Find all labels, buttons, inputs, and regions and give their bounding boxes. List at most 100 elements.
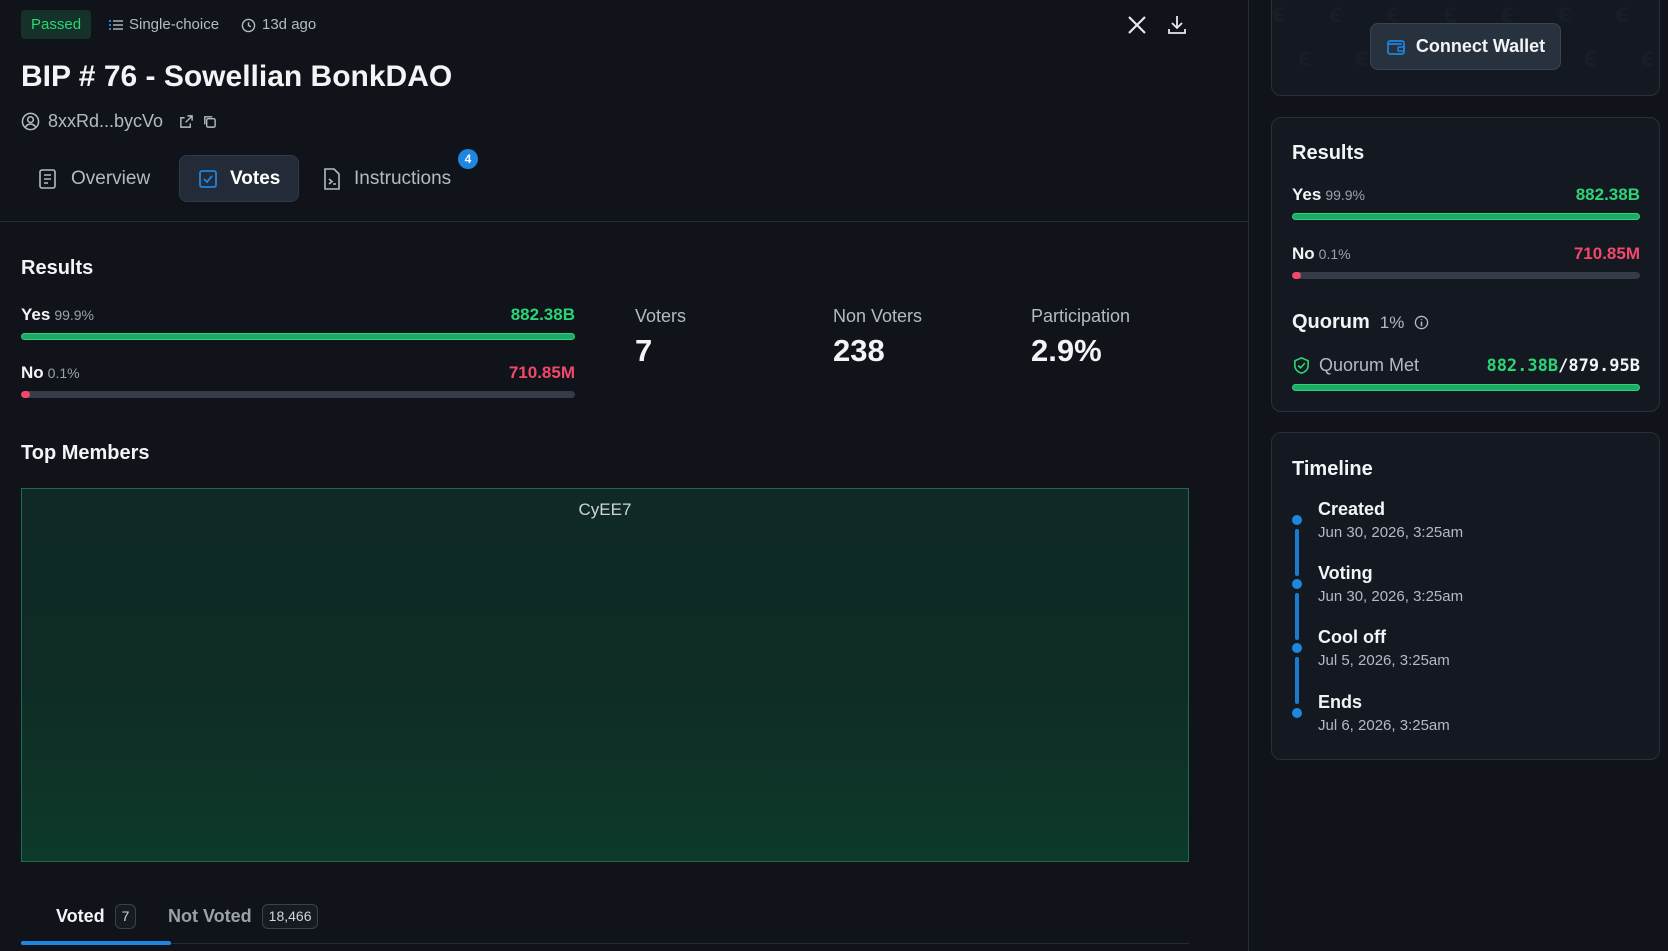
x-share-icon[interactable] — [1127, 15, 1147, 35]
sidebar: ϵ ϵ ϵ ϵ ϵ ϵ ϵ ϵ ϵ ϵ ϵ ϵ ϵ ϵ ϵ ϵ ϵ ϵ ϵ ϵ … — [1249, 0, 1668, 951]
non-voters-label: Non Voters — [833, 306, 923, 326]
timeline-dot — [1292, 708, 1302, 718]
sidebar-no-percent: 0.1% — [1318, 246, 1351, 262]
header-divider — [0, 221, 1249, 222]
tab-instructions[interactable]: Instructions — [304, 155, 469, 202]
quorum-percent: 1% — [1379, 312, 1405, 332]
no-result: No 0.1% 710.85M — [21, 363, 575, 398]
quorum-row: Quorum 1% — [1292, 311, 1429, 334]
results-heading: Results — [21, 257, 94, 279]
tab-instructions-label: Instructions — [354, 167, 452, 189]
tab-voted[interactable]: Voted 7 — [56, 904, 137, 929]
top-members-heading: Top Members — [21, 442, 150, 464]
timeline-item-title: Voting — [1318, 563, 1373, 583]
quorum-label: Quorum — [1292, 311, 1370, 333]
timeline-dot — [1292, 579, 1302, 589]
time-ago: 13d ago — [241, 15, 316, 35]
page-title: BIP # 76 - Sowellian BonkDAO — [21, 60, 453, 93]
no-value: 710.85M — [508, 363, 575, 382]
quorum-met-status: Quorum Met — [1292, 355, 1419, 376]
timeline-item-ends: Ends Jul 6, 2026, 3:25am — [1318, 692, 1450, 734]
download-icon[interactable] — [1167, 14, 1187, 36]
author-address: 8xxRd...bycVo — [48, 111, 164, 131]
connect-wallet-button[interactable]: Connect Wallet — [1370, 23, 1561, 70]
timeline-item-created: Created Jun 30, 2026, 3:25am — [1318, 499, 1463, 541]
external-link-icon[interactable] — [179, 114, 194, 129]
quorum-current: 882.38B — [1486, 355, 1559, 376]
document-list-icon — [39, 168, 56, 189]
timeline-dot — [1292, 643, 1302, 653]
not-voted-count-badge: 18,466 — [261, 904, 319, 929]
no-label: No 0.1% — [21, 363, 80, 382]
timeline-dot — [1292, 515, 1302, 525]
timeline-item-cool-off: Cool off Jul 5, 2026, 3:25am — [1318, 627, 1450, 669]
quorum-met-row: Quorum Met 882.38B/879.95B — [1292, 355, 1640, 376]
sidebar-yes-percent: 99.9% — [1325, 187, 1366, 203]
active-tab-indicator — [21, 941, 171, 945]
yes-value: 882.38B — [510, 305, 575, 324]
tab-votes[interactable]: Votes — [179, 155, 300, 202]
sidebar-no-bar — [1292, 272, 1640, 279]
tab-votes-label: Votes — [230, 167, 281, 189]
timeline-item-title: Created — [1318, 499, 1386, 519]
no-progress-fill — [21, 391, 30, 398]
no-progress-bar — [21, 391, 575, 398]
time-ago-label: 13d ago — [262, 16, 317, 33]
voters-value: 7 — [635, 333, 653, 368]
yes-result: Yes 99.9% 882.38B — [21, 305, 575, 340]
sidebar-yes-result: Yes 99.9% 882.38B — [1292, 185, 1640, 220]
quorum-met-label: Quorum Met — [1319, 355, 1420, 375]
quorum-progress-bar — [1292, 384, 1640, 391]
timeline-item-date: Jul 5, 2026, 3:25am — [1318, 652, 1450, 669]
tab-voted-label: Voted — [56, 906, 105, 926]
shield-check-icon — [1294, 357, 1309, 374]
voted-count-badge: 7 — [114, 904, 137, 929]
timeline-card: Timeline Created Jun 30, 2026, 3:25am Vo… — [1271, 432, 1660, 760]
wallet-card: ϵ ϵ ϵ ϵ ϵ ϵ ϵ ϵ ϵ ϵ ϵ ϵ ϵ ϵ ϵ ϵ ϵ ϵ ϵ ϵ … — [1271, 0, 1660, 96]
sidebar-yes-value: 882.38B — [1575, 185, 1640, 204]
wallet-icon — [1386, 39, 1405, 55]
tab-not-voted-label: Not Voted — [168, 906, 252, 926]
sidebar-results-card: Results Yes 99.9% 882.38B No 0.1% 710.85M … — [1271, 117, 1660, 412]
clock-icon — [241, 18, 256, 32]
sidebar-no-fill — [1292, 272, 1301, 279]
yes-percent: 99.9% — [54, 307, 95, 323]
timeline-connector — [1295, 593, 1299, 640]
timeline-connector — [1295, 657, 1299, 704]
yes-progress-bar — [21, 333, 575, 340]
sidebar-no-value: 710.85M — [1573, 244, 1640, 263]
tab-not-voted[interactable]: Not Voted 18,466 — [168, 904, 319, 929]
sidebar-no-label: No 0.1% — [1292, 244, 1351, 263]
non-voters-stat: Non Voters 238 — [833, 306, 922, 369]
top-members-treemap[interactable]: CyEE7 — [21, 488, 1189, 862]
timeline-item-date: Jun 30, 2026, 3:25am — [1318, 524, 1464, 541]
timeline-heading: Timeline — [1292, 458, 1373, 480]
status-badge: Passed — [21, 10, 92, 39]
author: 8xxRd...bycVo — [21, 111, 217, 132]
timeline-item-date: Jun 30, 2026, 3:25am — [1318, 588, 1464, 605]
quorum-values: 882.38B/879.95B — [1486, 356, 1640, 376]
voters-stat: Voters 7 — [635, 306, 686, 369]
timeline-connector — [1295, 529, 1299, 576]
vote-type-label: Single-choice — [129, 16, 220, 33]
code-file-icon — [324, 167, 340, 190]
sidebar-results-heading: Results — [1292, 142, 1365, 164]
tab-overview-label: Overview — [71, 167, 151, 189]
sidebar-yes-fill — [1292, 213, 1640, 220]
participation-stat: Participation 2.9% — [1031, 306, 1130, 369]
voters-label: Voters — [635, 306, 687, 326]
checkbox-icon — [199, 169, 217, 188]
vote-type: Single-choice — [109, 15, 219, 35]
timeline-item-date: Jul 6, 2026, 3:25am — [1318, 717, 1450, 734]
proposal-main: Passed Single-choice 13d ago BIP # 76 - … — [0, 0, 1249, 951]
instructions-count-badge: 4 — [458, 149, 478, 169]
info-icon[interactable] — [1414, 315, 1429, 330]
list-icon — [109, 20, 123, 30]
tab-overview[interactable]: Overview — [19, 155, 168, 202]
treemap-member-label: CyEE7 — [578, 500, 632, 519]
timeline-item-voting: Voting Jun 30, 2026, 3:25am — [1318, 563, 1463, 605]
participation-label: Participation — [1031, 306, 1131, 326]
connect-wallet-label: Connect Wallet — [1415, 36, 1546, 56]
copy-icon[interactable] — [202, 114, 217, 129]
quorum-progress-fill — [1292, 384, 1640, 391]
